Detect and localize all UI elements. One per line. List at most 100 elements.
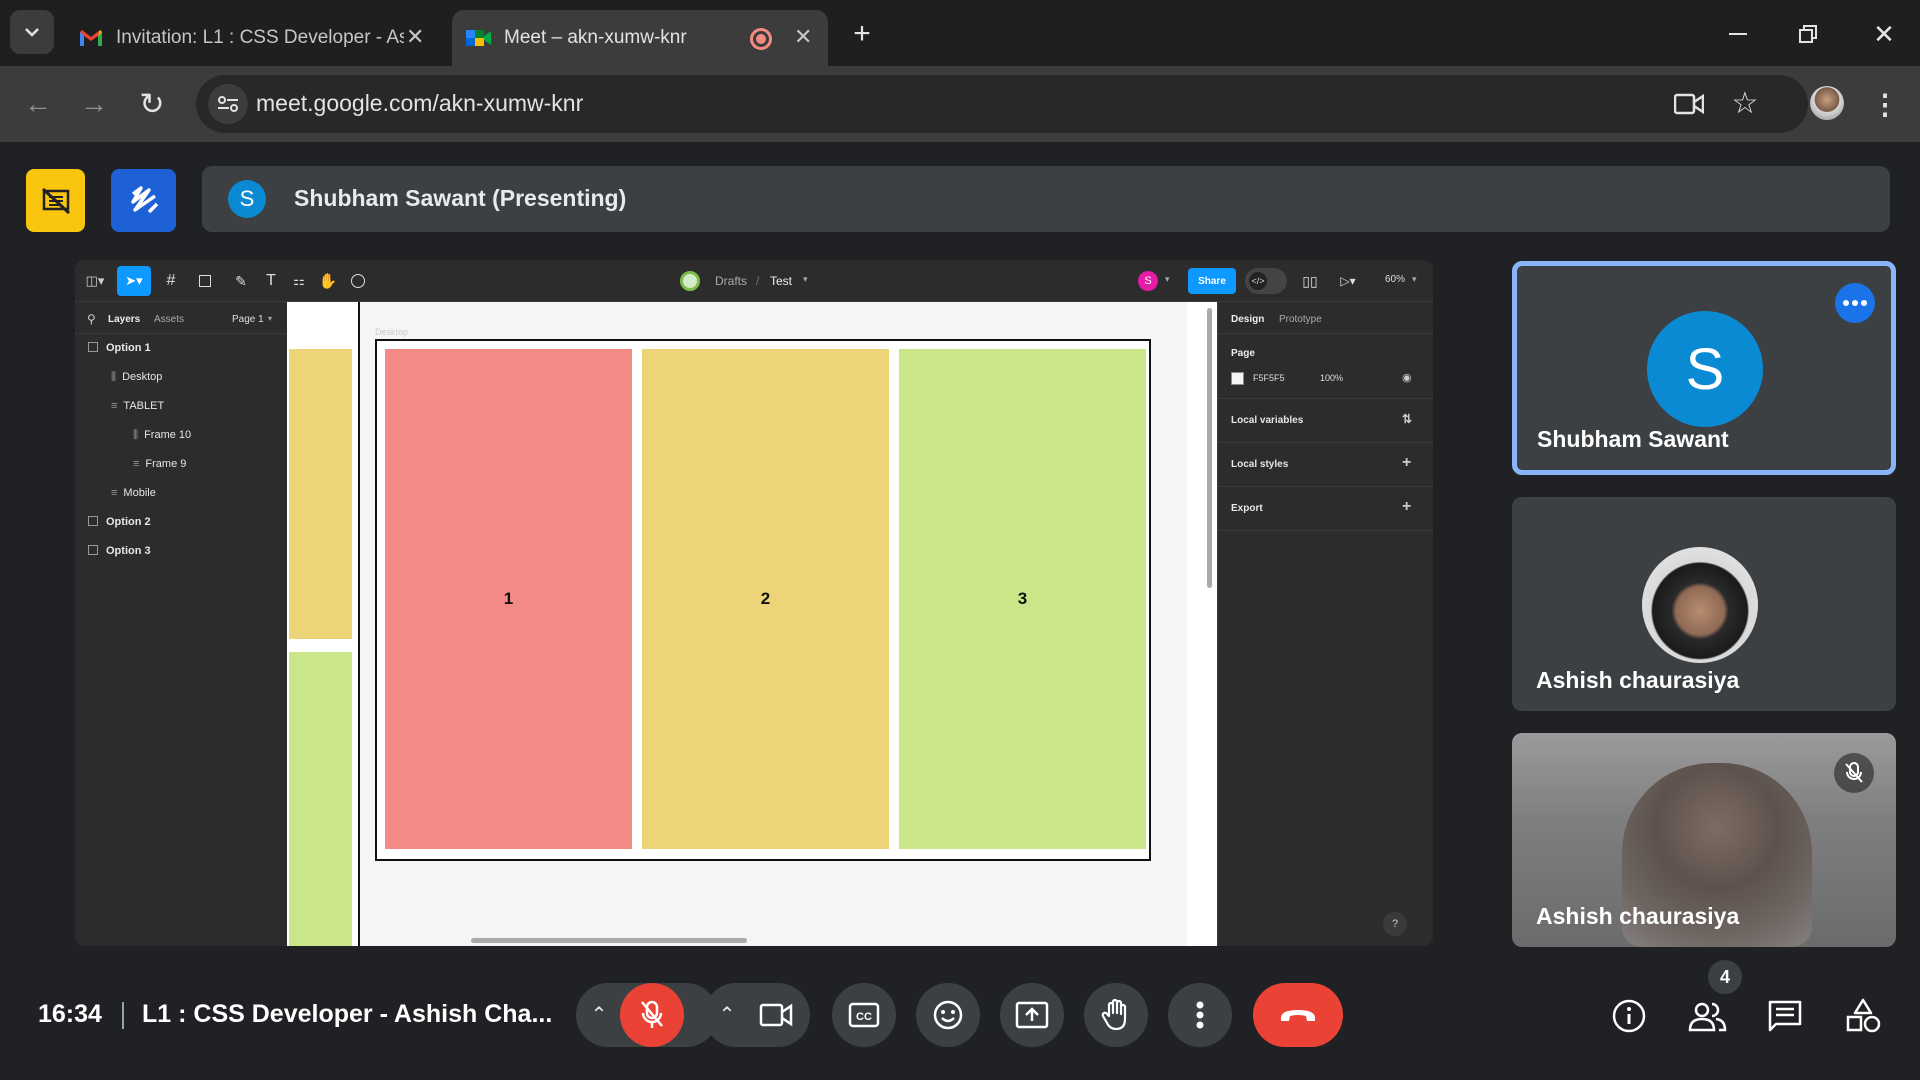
tab-gmail[interactable]: Invitation: L1 : CSS Developer - Ashish … bbox=[66, 10, 440, 66]
layer-item[interactable]: Option 3 bbox=[88, 545, 151, 557]
profile-avatar[interactable] bbox=[1810, 86, 1844, 120]
browser-menu-icon[interactable]: ⋮ bbox=[1868, 86, 1902, 122]
presenting-label: Shubham Sawant (Presenting) bbox=[294, 185, 627, 211]
raise-hand-button[interactable] bbox=[1084, 983, 1148, 1047]
more-vert-icon bbox=[1196, 1001, 1204, 1029]
divider bbox=[122, 1002, 124, 1029]
chat-button[interactable] bbox=[1765, 996, 1805, 1036]
people-button[interactable] bbox=[1686, 996, 1730, 1036]
desktop-frame[interactable]: 1 2 3 bbox=[375, 339, 1151, 861]
layer-item[interactable]: ≡ Frame 9 bbox=[133, 458, 186, 470]
local-styles-section[interactable]: Local styles + bbox=[1218, 443, 1433, 487]
audio-options-chevron-icon[interactable]: ⌃ bbox=[586, 1001, 612, 1027]
more-options-button[interactable] bbox=[1835, 283, 1875, 323]
eye-icon[interactable]: ◉ bbox=[1402, 371, 1412, 384]
search-icon[interactable]: ⚲ bbox=[87, 312, 96, 326]
omnibox[interactable]: meet.google.com/akn-xumw-knr ☆ bbox=[196, 75, 1808, 133]
share-button[interactable]: Share bbox=[1188, 268, 1236, 294]
close-icon[interactable]: ✕ bbox=[794, 24, 812, 50]
file-name[interactable]: Test bbox=[770, 274, 792, 288]
card-3[interactable]: 3 bbox=[899, 349, 1146, 849]
breadcrumb-drafts[interactable]: Drafts bbox=[715, 274, 747, 288]
plus-icon[interactable]: + bbox=[1402, 454, 1411, 472]
bookmark-star-icon[interactable]: ☆ bbox=[1728, 86, 1762, 120]
horizontal-scrollbar[interactable] bbox=[471, 938, 747, 943]
more-options-button[interactable] bbox=[1168, 983, 1232, 1047]
frame-tool-icon[interactable]: # bbox=[157, 268, 185, 294]
layer-item[interactable]: ⫼ Desktop bbox=[111, 371, 162, 384]
tab-title: Invitation: L1 : CSS Developer - Ashish … bbox=[116, 27, 404, 48]
present-play-icon[interactable]: ▷▾ bbox=[1333, 268, 1363, 294]
meeting-details-button[interactable] bbox=[1609, 996, 1649, 1036]
section-icon bbox=[88, 516, 98, 526]
layer-item[interactable]: Option 2 bbox=[88, 516, 151, 528]
close-icon[interactable]: ✕ bbox=[406, 24, 424, 50]
participant-photo bbox=[1642, 547, 1758, 663]
help-button[interactable]: ? bbox=[1383, 912, 1407, 936]
present-screen-button[interactable] bbox=[1000, 983, 1064, 1047]
site-settings-icon[interactable] bbox=[208, 84, 248, 124]
mic-off-icon bbox=[641, 1000, 663, 1028]
user-avatar[interactable]: S bbox=[1138, 271, 1158, 291]
figma-menu-icon[interactable]: ◫▾ bbox=[83, 270, 107, 292]
comment-tool-icon[interactable] bbox=[345, 268, 371, 294]
card-2[interactable]: 2 bbox=[642, 349, 889, 849]
back-icon[interactable]: ← bbox=[18, 84, 58, 124]
tab-search-button[interactable] bbox=[10, 10, 54, 54]
vertical-scrollbar[interactable] bbox=[1207, 308, 1212, 588]
resources-tool-icon[interactable]: ⚏ bbox=[287, 268, 311, 294]
layer-item[interactable]: ⫼ Frame 10 bbox=[133, 429, 191, 442]
move-tool-icon[interactable]: ➤▾ bbox=[117, 266, 151, 296]
local-variables-section[interactable]: Local variables ⇅ bbox=[1218, 399, 1433, 443]
activities-button[interactable] bbox=[1843, 996, 1883, 1036]
whiteboard-extension-button[interactable] bbox=[111, 169, 176, 232]
reload-icon[interactable]: ↻ bbox=[132, 84, 172, 124]
reactions-button[interactable] bbox=[916, 983, 980, 1047]
slides-extension-button[interactable] bbox=[26, 169, 85, 232]
forward-icon[interactable]: → bbox=[74, 84, 114, 124]
new-tab-button[interactable]: + bbox=[846, 17, 878, 50]
layer-item[interactable]: ≡ TABLET bbox=[111, 400, 164, 412]
pen-tool-icon[interactable]: ✎ bbox=[227, 268, 255, 294]
layer-item[interactable]: Option 1 bbox=[88, 342, 151, 354]
tab-assets[interactable]: Assets bbox=[154, 314, 184, 325]
captions-button[interactable]: CC bbox=[832, 983, 896, 1047]
page-selector[interactable]: Page 1 bbox=[232, 314, 264, 325]
page-color-hex[interactable]: F5F5F5 bbox=[1253, 373, 1285, 383]
variables-settings-icon[interactable]: ⇅ bbox=[1402, 412, 1412, 426]
mic-off-button[interactable] bbox=[620, 983, 684, 1047]
library-icon[interactable]: ▯▯ bbox=[1297, 268, 1323, 294]
dev-mode-toggle[interactable]: </> bbox=[1245, 268, 1287, 294]
plus-icon[interactable]: + bbox=[1402, 498, 1411, 516]
autolayout-icon: ≡ bbox=[133, 458, 140, 470]
window-close-icon[interactable]: ✕ bbox=[1866, 16, 1902, 52]
page-section-title: Page bbox=[1231, 348, 1255, 359]
participant-tile-pinned[interactable]: S Shubham Sawant bbox=[1512, 261, 1896, 475]
gmail-icon bbox=[78, 28, 104, 54]
tab-meet[interactable]: Meet – akn-xumw-knr ✕ bbox=[452, 10, 828, 66]
zoom-level[interactable]: 60% bbox=[1385, 274, 1405, 285]
participant-tile[interactable]: Ashish chaurasiya bbox=[1512, 497, 1896, 711]
tab-layers[interactable]: Layers bbox=[108, 314, 140, 325]
url-text: meet.google.com/akn-xumw-knr bbox=[256, 90, 584, 116]
video-options-chevron-icon[interactable]: ⌃ bbox=[714, 1001, 740, 1027]
tab-design[interactable]: Design bbox=[1231, 314, 1264, 325]
leave-call-button[interactable] bbox=[1253, 983, 1343, 1047]
video-controls: ⌃ bbox=[704, 983, 810, 1047]
page-color-swatch[interactable] bbox=[1231, 372, 1244, 385]
camera-button[interactable] bbox=[744, 983, 808, 1047]
restore-icon[interactable] bbox=[1790, 16, 1826, 52]
autolayout-icon: ≡ bbox=[111, 400, 118, 412]
hand-tool-icon[interactable]: ✋ bbox=[315, 268, 341, 294]
tab-prototype[interactable]: Prototype bbox=[1279, 314, 1322, 325]
layer-item[interactable]: ≡ Mobile bbox=[111, 487, 156, 499]
page-opacity[interactable]: 100% bbox=[1320, 373, 1343, 383]
figma-canvas[interactable]: Desktop 1 2 3 bbox=[287, 302, 1217, 946]
camera-in-use-icon[interactable] bbox=[1672, 88, 1706, 120]
card-1[interactable]: 1 bbox=[385, 349, 632, 849]
export-section[interactable]: Export + bbox=[1218, 487, 1433, 531]
shape-tool-icon[interactable] bbox=[191, 268, 219, 294]
participant-tile-video[interactable]: Ashish chaurasiya bbox=[1512, 733, 1896, 947]
text-tool-icon[interactable]: T bbox=[259, 268, 283, 294]
minimize-icon[interactable] bbox=[1720, 16, 1756, 52]
